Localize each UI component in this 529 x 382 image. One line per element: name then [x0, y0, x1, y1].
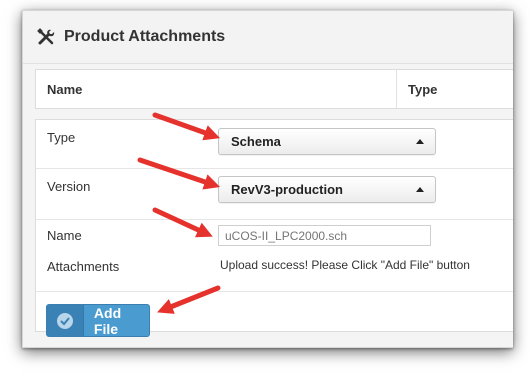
attachments-label: Attachments	[47, 259, 120, 274]
version-dropdown-value: RevV3-production	[231, 182, 343, 197]
version-label: Version	[47, 179, 91, 194]
name-label: Name	[47, 228, 82, 243]
caret-up-icon	[416, 139, 424, 144]
add-file-button[interactable]: Add File	[46, 304, 150, 337]
type-dropdown-value: Schema	[231, 134, 281, 149]
type-row: Type Schema	[36, 120, 513, 169]
name-row: Name	[36, 219, 513, 251]
name-input[interactable]	[218, 225, 431, 246]
column-header-name[interactable]: Name	[36, 70, 397, 108]
version-row: Version RevV3-production	[36, 168, 513, 220]
caret-up-icon	[416, 187, 424, 192]
column-header-type[interactable]: Type	[397, 82, 437, 97]
attachments-table-header: Name Type	[35, 69, 513, 109]
add-file-label: Add File	[93, 304, 122, 337]
upload-status-message: Upload success! Please Click "Add File" …	[220, 258, 470, 272]
type-label: Type	[47, 130, 76, 145]
product-attachments-panel: Product Attachments Name Type Type Schem…	[22, 10, 513, 348]
type-dropdown[interactable]: Schema	[218, 128, 436, 155]
panel-header: Product Attachments	[23, 11, 513, 64]
version-dropdown[interactable]: RevV3-production	[218, 176, 436, 203]
check-circle-icon	[47, 305, 84, 336]
attachments-row: Attachments Upload success! Please Click…	[36, 251, 513, 292]
panel-title: Product Attachments	[64, 28, 226, 45]
tools-icon	[37, 28, 55, 45]
attachment-form: Type Schema Version RevV3-production Nam…	[35, 119, 513, 337]
